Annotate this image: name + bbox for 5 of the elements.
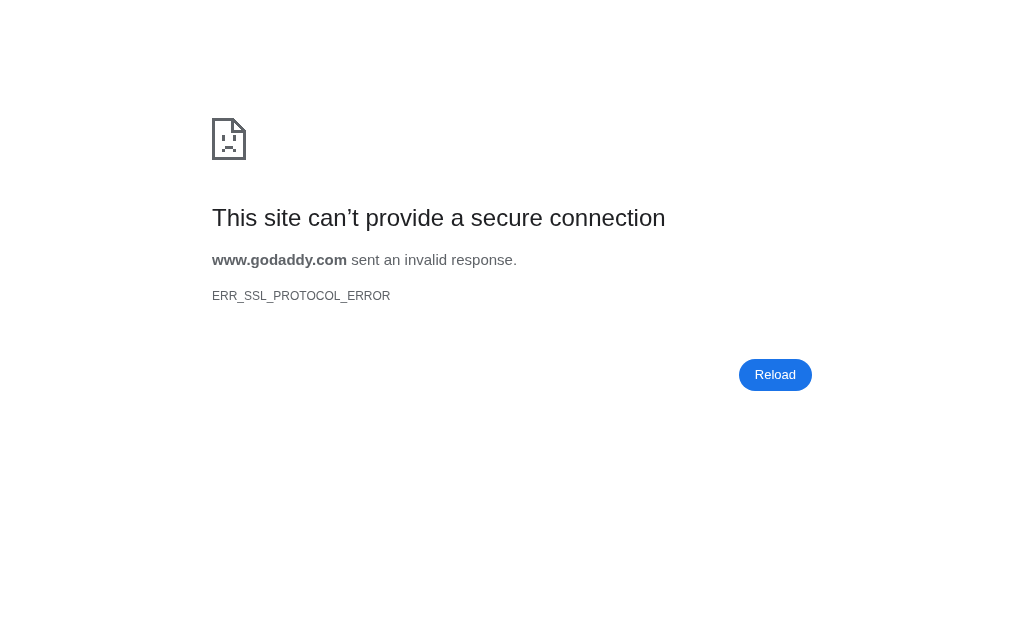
error-heading: This site can’t provide a secure connection (212, 203, 667, 233)
error-message: www.godaddy.com sent an invalid response. (212, 250, 519, 270)
reload-button[interactable]: Reload (738, 359, 812, 391)
sad-page-icon (212, 118, 246, 160)
error-code: ERR_SSL_PROTOCOL_ERROR (212, 288, 391, 304)
